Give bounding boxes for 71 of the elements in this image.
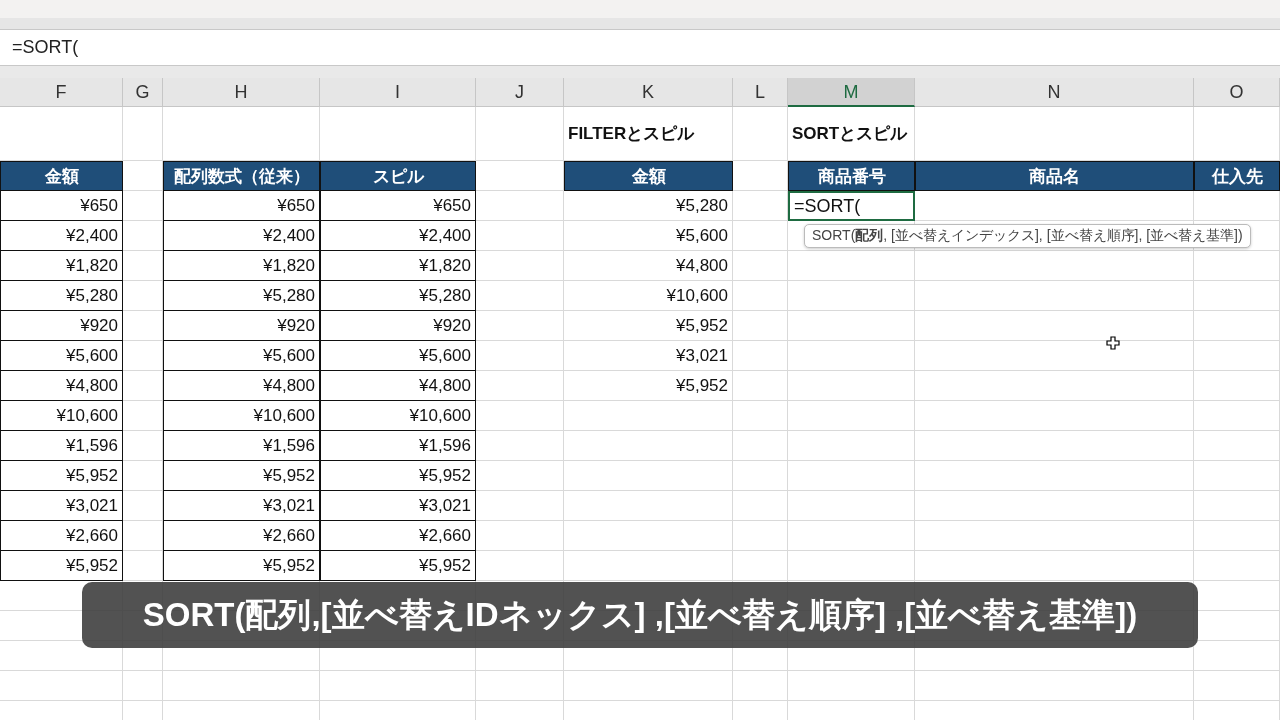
function-tooltip: SORT(配列, [並べ替えインデックス], [並べ替え順序], [並べ替え基準]) [804, 224, 1251, 248]
table-cell: ¥4,800 [163, 371, 320, 401]
table-cell: ¥5,280 [163, 281, 320, 311]
column-header[interactable]: M [788, 78, 915, 107]
table-cell: ¥3,021 [320, 491, 476, 521]
table-cell: ¥2,660 [320, 521, 476, 551]
table-cell: ¥1,820 [320, 251, 476, 281]
table-cell: ¥5,600 [163, 341, 320, 371]
column-heading: 仕入先 [1194, 161, 1280, 191]
caption-banner: SORT(配列,[並べ替えIDネックス] ,[並べ替え順序] ,[並べ替え基準]) [82, 582, 1198, 648]
table-cell: ¥5,952 [564, 371, 733, 401]
table-cell: ¥5,280 [564, 191, 733, 221]
table-cell: ¥5,952 [0, 551, 123, 581]
table-cell: ¥920 [163, 311, 320, 341]
table-cell: ¥2,400 [163, 221, 320, 251]
table-cell: ¥1,596 [320, 431, 476, 461]
table-cell: ¥5,600 [320, 341, 476, 371]
table-cell: ¥10,600 [320, 401, 476, 431]
table-cell: ¥650 [320, 191, 476, 221]
table-cell: ¥2,400 [0, 221, 123, 251]
column-heading: 配列数式（従来） [163, 161, 320, 191]
column-header[interactable]: N [915, 78, 1194, 107]
table-cell: ¥1,596 [0, 431, 123, 461]
table-cell: ¥650 [163, 191, 320, 221]
column-header[interactable]: J [476, 78, 564, 107]
table-cell: ¥920 [0, 311, 123, 341]
formula-text[interactable]: =SORT( [12, 37, 79, 58]
table-cell: ¥920 [320, 311, 476, 341]
table-cell: ¥5,600 [564, 221, 733, 251]
table-cell: ¥5,280 [0, 281, 123, 311]
column-header[interactable]: L [733, 78, 788, 107]
table-cell: ¥10,600 [163, 401, 320, 431]
table-cell: ¥3,021 [0, 491, 123, 521]
table-cell: ¥10,600 [564, 281, 733, 311]
table-cell: ¥5,952 [0, 461, 123, 491]
empty-cell [733, 671, 788, 701]
table-cell: ¥3,021 [564, 341, 733, 371]
table-cell: ¥1,820 [0, 251, 123, 281]
table-cell: ¥650 [0, 191, 123, 221]
empty-cell [733, 107, 788, 161]
column-header[interactable]: H [163, 78, 320, 107]
column-heading: 商品名 [915, 161, 1194, 191]
column-heading: 金額 [564, 161, 733, 191]
column-header[interactable]: G [123, 78, 163, 107]
table-cell: ¥3,021 [163, 491, 320, 521]
table-cell: ¥5,952 [163, 551, 320, 581]
column-heading: スピル [320, 161, 476, 191]
column-heading: 金額 [0, 161, 123, 191]
empty-cell [123, 671, 163, 701]
table-cell: ¥2,400 [320, 221, 476, 251]
table-cell: ¥5,952 [320, 461, 476, 491]
table-cell: ¥1,820 [163, 251, 320, 281]
cell-input[interactable]: =SORT( [788, 191, 915, 221]
table-cell: ¥2,660 [0, 521, 123, 551]
table-cell: ¥5,952 [163, 461, 320, 491]
table-cell: ¥4,800 [320, 371, 476, 401]
table-cell: ¥2,660 [163, 521, 320, 551]
table-cell: ¥5,952 [320, 551, 476, 581]
table-cell: ¥4,800 [564, 251, 733, 281]
table-cell: ¥1,596 [163, 431, 320, 461]
column-header[interactable]: O [1194, 78, 1280, 107]
table-cell: ¥5,952 [564, 311, 733, 341]
column-header[interactable]: I [320, 78, 476, 107]
table-cell: ¥4,800 [0, 371, 123, 401]
cross-cursor-icon [1106, 336, 1120, 350]
column-heading: 商品番号 [788, 161, 915, 191]
table-cell: ¥5,280 [320, 281, 476, 311]
table-cell: ¥10,600 [0, 401, 123, 431]
table-cell: ¥5,600 [0, 341, 123, 371]
column-header[interactable]: F [0, 78, 123, 107]
column-header[interactable]: K [564, 78, 733, 107]
